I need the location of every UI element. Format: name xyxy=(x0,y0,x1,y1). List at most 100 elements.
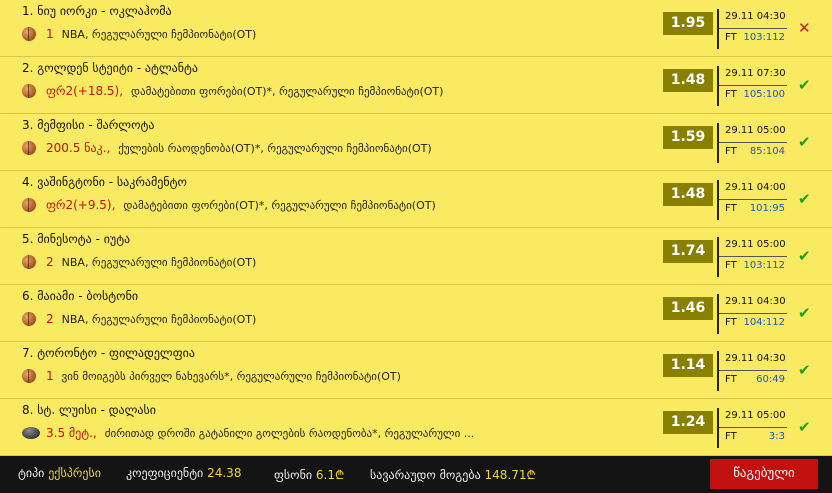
hockey-puck-icon xyxy=(22,427,40,439)
match-status: FT xyxy=(725,32,737,43)
basketball-icon xyxy=(22,255,36,269)
bet-pick: 200.5 ნაკ., xyxy=(46,141,111,155)
loss-cross-icon: ✕ xyxy=(798,19,811,37)
match-title: 6. მაიამი - ბოსტონი xyxy=(22,289,139,303)
bet-row: 3. მემფისი - შარლოტა 200.5 ნაკ., ქულების… xyxy=(0,114,832,171)
basketball-icon xyxy=(22,27,36,41)
potential-payout: სავარაუდო მოგება 148.71₾ xyxy=(370,466,536,483)
payout-value: 148.71₾ xyxy=(484,468,536,482)
match-datetime: 29.11 04:00 xyxy=(725,182,786,193)
match-info: 29.11 04:30 FT 104:112 xyxy=(717,294,787,334)
match-info: 29.11 05:00 FT 103:112 xyxy=(717,237,787,277)
odds-badge: 1.14 xyxy=(663,354,713,377)
basketball-icon xyxy=(22,141,36,155)
bet-details: 1 NBA, რეგულარული ჩემპიონატი(OT) xyxy=(22,27,256,41)
bet-details: 3.5 მეტ., ძირითად დროში გატანილი გოლების… xyxy=(22,426,474,440)
win-check-icon: ✔ xyxy=(798,76,811,94)
match-datetime: 29.11 04:30 xyxy=(725,353,786,364)
bet-summary-bar: ტიპი ექსპრესი კოეფიციენტი 24.38 ფსონი 6.… xyxy=(0,456,832,493)
match-title: 1. ნიუ იორკი - ოკლაჰომა xyxy=(22,4,172,18)
match-info: 29.11 07:30 FT 105:100 xyxy=(717,66,787,106)
bet-row: 5. მინესოტა - იუტა 2 NBA, რეგულარული ჩემ… xyxy=(0,228,832,285)
match-title: 7. ტორონტო - ფილადელფია xyxy=(22,346,195,360)
win-check-icon: ✔ xyxy=(798,361,811,379)
match-datetime: 29.11 04:30 xyxy=(725,296,786,307)
win-check-icon: ✔ xyxy=(798,133,811,151)
market-description: დამატებითი ფორები(OT)*, რეგულარული ჩემპი… xyxy=(131,84,444,98)
bet-details: 2 NBA, რეგულარული ჩემპიონატი(OT) xyxy=(22,255,256,269)
final-score: 101:95 xyxy=(749,203,785,214)
divider xyxy=(719,313,787,314)
final-score: 103:112 xyxy=(743,32,785,43)
stake: ფსონი 6.1₾ xyxy=(274,466,344,483)
market-description: ძირითად დროში გატანილი გოლების რაოდენობა… xyxy=(104,426,475,440)
bet-details: 200.5 ნაკ., ქულების რაოდენობა(OT)*, რეგუ… xyxy=(22,141,432,155)
final-score: 60:49 xyxy=(756,374,785,385)
match-status: FT xyxy=(725,203,737,214)
total-coefficient: კოეფიციენტი 24.38 xyxy=(126,466,241,480)
bet-type-label: ტიპი xyxy=(18,466,45,480)
odds-badge: 1.48 xyxy=(663,69,713,92)
market-description: ვინ მოიგებს პირველ ნახევარს*, რეგულარული… xyxy=(61,369,401,383)
match-title: 8. სტ. ლუისი - დალასი xyxy=(22,403,156,417)
match-title: 5. მინესოტა - იუტა xyxy=(22,232,131,246)
bet-pick: 1 xyxy=(46,27,54,41)
bet-pick: ფრ2(+9.5), xyxy=(46,198,116,212)
match-datetime: 29.11 05:00 xyxy=(725,239,786,250)
bet-pick: ფრ2(+18.5), xyxy=(46,84,124,98)
bet-row: 8. სტ. ლუისი - დალასი 3.5 მეტ., ძირითად … xyxy=(0,399,832,456)
bet-details: ფრ2(+9.5), დამატებითი ფორები(OT)*, რეგულ… xyxy=(22,198,436,212)
odds-badge: 1.24 xyxy=(663,411,713,434)
match-title: 4. ვაშინგტონი - საკრამენტო xyxy=(22,175,187,189)
match-info: 29.11 05:00 FT 3:3 xyxy=(717,408,787,448)
final-score: 103:112 xyxy=(743,260,785,271)
divider xyxy=(719,28,787,29)
divider xyxy=(719,85,787,86)
bet-pick: 2 xyxy=(46,255,54,269)
win-check-icon: ✔ xyxy=(798,247,811,265)
stake-value: 6.1₾ xyxy=(315,468,345,482)
final-score: 105:100 xyxy=(743,89,785,100)
divider xyxy=(719,370,787,371)
divider xyxy=(719,142,787,143)
final-score: 3:3 xyxy=(768,431,785,442)
match-datetime: 29.11 05:00 xyxy=(725,410,786,421)
win-check-icon: ✔ xyxy=(798,418,811,436)
final-score: 85:104 xyxy=(749,146,785,157)
bet-pick: 2 xyxy=(46,312,54,326)
odds-badge: 1.74 xyxy=(663,240,713,263)
market-description: NBA, რეგულარული ჩემპიონატი(OT) xyxy=(61,312,257,326)
basketball-icon xyxy=(22,84,36,98)
odds-badge: 1.48 xyxy=(663,183,713,206)
basketball-icon xyxy=(22,369,36,383)
match-info: 29.11 04:30 FT 103:112 xyxy=(717,9,787,49)
market-description: NBA, რეგულარული ჩემპიონატი(OT) xyxy=(61,255,257,269)
win-check-icon: ✔ xyxy=(798,190,811,208)
market-description: NBA, რეგულარული ჩემპიონატი(OT) xyxy=(61,27,257,41)
match-datetime: 29.11 04:30 xyxy=(725,11,786,22)
match-info: 29.11 05:00 FT 85:104 xyxy=(717,123,787,163)
bet-details: 1 ვინ მოიგებს პირველ ნახევარს*, რეგულარუ… xyxy=(22,369,401,383)
match-title: 2. გოლდენ სტეიტი - ატლანტა xyxy=(22,61,198,75)
bet-pick: 3.5 მეტ., xyxy=(46,426,97,440)
match-info: 29.11 04:30 FT 60:49 xyxy=(717,351,787,391)
basketball-icon xyxy=(22,198,36,212)
bet-type-value: ექსპრესი xyxy=(48,466,101,480)
bet-row: 1. ნიუ იორკი - ოკლაჰომა 1 NBA, რეგულარულ… xyxy=(0,0,832,57)
bet-row: 7. ტორონტო - ფილადელფია 1 ვინ მოიგებს პი… xyxy=(0,342,832,399)
stake-label: ფსონი xyxy=(274,468,313,482)
bet-row: 6. მაიამი - ბოსტონი 2 NBA, რეგულარული ჩე… xyxy=(0,285,832,342)
market-description: ქულების რაოდენობა(OT)*, რეგულარული ჩემპი… xyxy=(118,141,432,155)
match-status: FT xyxy=(725,89,737,100)
match-datetime: 29.11 05:00 xyxy=(725,125,786,136)
basketball-icon xyxy=(22,312,36,326)
match-status: FT xyxy=(725,431,737,442)
lost-status-button[interactable]: წაგებული xyxy=(710,459,818,489)
match-datetime: 29.11 07:30 xyxy=(725,68,786,79)
bet-row: 2. გოლდენ სტეიტი - ატლანტა ფრ2(+18.5), დ… xyxy=(0,57,832,114)
payout-label: სავარაუდო მოგება xyxy=(370,468,481,482)
match-status: FT xyxy=(725,146,737,157)
match-status: FT xyxy=(725,260,737,271)
bet-pick: 1 xyxy=(46,369,54,383)
bet-list: 1. ნიუ იორკი - ოკლაჰომა 1 NBA, რეგულარულ… xyxy=(0,0,832,456)
